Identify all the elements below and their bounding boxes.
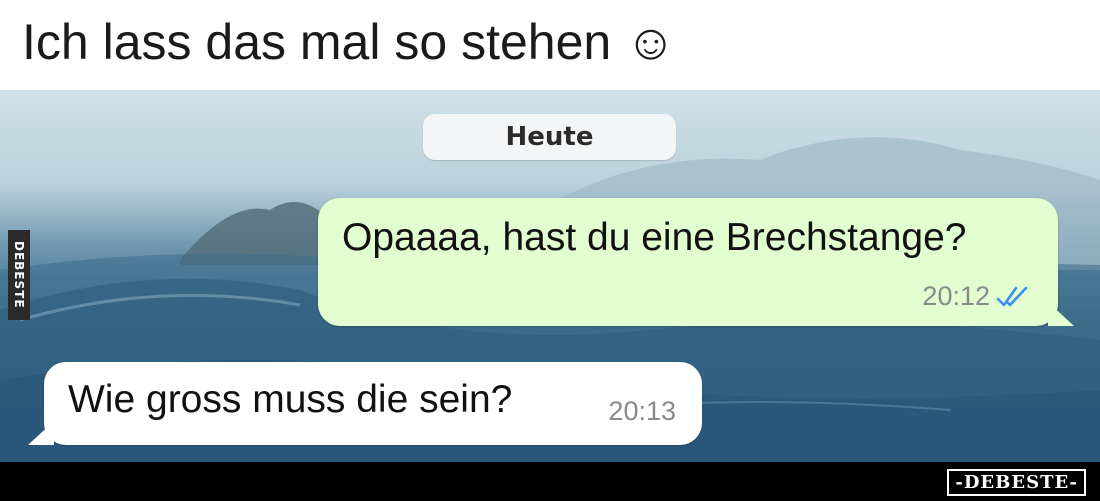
- headline-bar: Ich lass das mal so stehen ☺: [0, 0, 1100, 90]
- message-meta: 20:12: [922, 281, 1032, 312]
- headline-title: Ich lass das mal so stehen ☺: [22, 14, 677, 70]
- message-time: 20:13: [608, 396, 676, 426]
- message-meta: 20:13: [608, 396, 676, 427]
- chat-background: DEBESTE Heute Opaaaa, hast du eine Brech…: [0, 90, 1100, 462]
- bubble-tail: [1048, 302, 1074, 326]
- bubble-tail: [28, 421, 54, 445]
- message-text: Opaaaa, hast du eine Brechstange?: [342, 216, 967, 259]
- footer-bar: -DEBESTE-: [0, 462, 1100, 501]
- message-time: 20:12: [922, 281, 990, 311]
- outgoing-message-bubble[interactable]: Opaaaa, hast du eine Brechstange? 20:12: [318, 198, 1074, 326]
- double-check-read-icon: [996, 286, 1028, 306]
- side-watermark: DEBESTE: [8, 230, 30, 320]
- message-text: Wie gross muss die sein?: [68, 378, 513, 421]
- date-separator: Heute: [423, 114, 676, 160]
- incoming-message-bubble[interactable]: Wie gross muss die sein? 20:13: [28, 362, 702, 445]
- debeste-logo: -DEBESTE-: [947, 469, 1086, 496]
